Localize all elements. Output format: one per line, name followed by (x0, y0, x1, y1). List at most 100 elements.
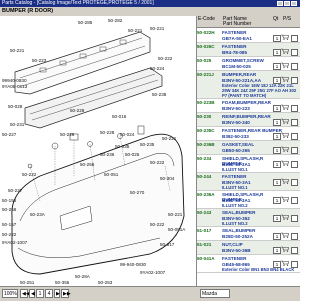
part-callout[interactable]: 50-256 (2, 207, 17, 212)
part-callout[interactable]: 50-221 (150, 26, 165, 31)
part-callout[interactable]: 50-051 (104, 172, 119, 177)
parts-row[interactable]: 50-022H FASTENER GB7A-50-EA1 1 (197, 29, 300, 43)
column-header-ecode[interactable]: E-Code (197, 16, 222, 28)
parts-row[interactable]: 50-244 FASTENER B3NV-50-3A1 1 ILLUST NO.1 (197, 173, 300, 191)
parts-row[interactable]: 50-223B FOAM,BUMPER,REAR B3NV-50-223 1 (197, 99, 300, 113)
cart-icon[interactable] (281, 104, 289, 110)
part-callout[interactable]: 50-222 (22, 172, 37, 177)
part-callout[interactable]: 50-222 (150, 222, 165, 227)
parts-row[interactable]: 50-235C FASTENER,REAR BUMPER B392-50-233 1 (197, 127, 300, 141)
next-page-button[interactable]: ▶ (54, 289, 60, 298)
part-callout[interactable]: 50-226 (60, 132, 75, 137)
part-callout[interactable]: 9YA02-1007 (2, 240, 28, 245)
parts-row[interactable]: 50-236B GASKET,SEAL GB50-50-265 1 (197, 141, 300, 155)
part-callout[interactable]: 9YA08-0813 (2, 84, 28, 89)
select-checkbox[interactable] (291, 119, 298, 126)
part-callout[interactable]: 50-224 (150, 66, 165, 71)
quantity-field[interactable]: 1 (273, 247, 281, 254)
part-callout[interactable]: 50-051A (168, 227, 186, 232)
column-header-qty[interactable]: Qt (272, 16, 282, 28)
cart-icon[interactable] (281, 246, 289, 252)
parts-row[interactable]: 50-026C FASTENER BR4-78-085 1 (197, 43, 300, 57)
part-callout[interactable]: 50-157 (2, 222, 17, 227)
part-callout[interactable]: 50-028 (8, 104, 23, 109)
part-callout[interactable]: 99-940-0830 (120, 262, 146, 267)
quantity-field[interactable]: 1 (273, 233, 281, 240)
part-callout[interactable]: 50-221 (10, 48, 25, 53)
part-callout[interactable]: 50-258 (80, 162, 95, 167)
part-callout[interactable]: 9YA02-1007 (140, 270, 166, 275)
column-header-ps[interactable]: P/S (282, 16, 300, 28)
cart-icon[interactable] (281, 260, 289, 266)
cart-icon[interactable] (281, 62, 289, 68)
select-checkbox[interactable] (291, 105, 298, 112)
quantity-field[interactable]: 1 (273, 133, 281, 140)
cart-icon[interactable] (281, 160, 289, 166)
part-callout[interactable]: 50-231 (10, 122, 25, 127)
cart-icon[interactable] (281, 178, 289, 184)
part-callout[interactable]: 50-304 (160, 176, 175, 181)
page-number[interactable]: 1 (36, 289, 44, 298)
part-callout[interactable]: 50-221 (128, 28, 143, 33)
cart-icon[interactable] (281, 48, 289, 54)
quantity-field[interactable]: 1 (273, 147, 281, 154)
parts-row[interactable]: 50-234 SHIELD,SPLASH,R BUMPER B25D-50-3A1 1… (197, 155, 300, 173)
first-page-button[interactable]: ◀◀ (20, 289, 30, 298)
part-callout[interactable]: 50-236 (100, 152, 115, 157)
part-callout[interactable]: 50-222 (158, 56, 173, 61)
cart-icon[interactable] (281, 146, 289, 152)
select-checkbox[interactable] (291, 63, 298, 70)
part-callout[interactable]: 50-025 (125, 152, 140, 157)
maximize-button[interactable] (284, 1, 290, 6)
part-callout[interactable]: 50-23A (30, 212, 46, 217)
part-callout[interactable]: 50-227 (8, 188, 23, 193)
select-checkbox[interactable] (291, 233, 298, 240)
part-callout[interactable]: 50-222 (2, 232, 17, 237)
cart-icon[interactable] (281, 214, 289, 220)
part-callout[interactable]: 50-28A (75, 274, 91, 279)
zoom-level[interactable]: 100% (2, 289, 18, 298)
part-callout[interactable]: 50-221 (168, 212, 183, 217)
part-callout[interactable]: 50-355 (55, 280, 70, 285)
prev-page-button[interactable]: ◀ (29, 289, 35, 298)
part-callout[interactable]: 50-221 (162, 136, 177, 141)
parts-row[interactable]: 50-230 REINF,BUMPER,REAR B3NV-50-340 1 (197, 113, 300, 127)
cart-icon[interactable] (281, 118, 289, 124)
parts-row[interactable]: 51-021 NUT,CLIP B3NV-50-36B 1 (197, 241, 300, 255)
select-checkbox[interactable] (291, 147, 298, 154)
cart-icon[interactable] (281, 34, 289, 40)
minimize-button[interactable] (277, 1, 283, 6)
parts-row[interactable]: 50-243 SEAL,BUMPER B3NV-50-352 1 ILLUST NO.2 (197, 209, 300, 227)
part-callout[interactable]: 50-235 (140, 142, 155, 147)
part-callout[interactable]: 50-156 (2, 198, 17, 203)
part-callout[interactable]: 50-223 (32, 58, 47, 63)
part-callout[interactable]: 50-228 (100, 130, 115, 135)
last-page-button[interactable]: ▶▶ (61, 289, 71, 298)
part-callout[interactable]: 50-035 (115, 144, 130, 149)
part-callout[interactable]: 50-222 (150, 160, 165, 165)
cart-icon[interactable] (281, 132, 289, 138)
parts-row[interactable]: 51-017 SEAL,BUMPER B25D-50-252A 1 (197, 227, 300, 241)
cart-icon[interactable] (281, 76, 289, 82)
quantity-field[interactable]: 1 (273, 105, 281, 112)
part-callout[interactable]: 50-253 (98, 280, 113, 285)
quantity-field[interactable]: 1 (273, 49, 281, 56)
parts-row[interactable]: 50-221J BUMPER,REAR B3NV-50-221A,AA 1 Exteri… (197, 71, 300, 99)
part-callout[interactable]: 50-285 (78, 20, 93, 25)
diagram-pane[interactable]: 50-285 50-282 50-221 50-221 50-221 50-223 9994… (0, 16, 197, 286)
parts-row[interactable]: 50-236A SHIELD,SPLASH,R BUMPER B25D-50-3A1… (197, 191, 300, 209)
part-callout[interactable]: 50-024 (120, 132, 135, 137)
column-header-part-name[interactable]: Part Name Part Number (222, 16, 272, 28)
part-callout[interactable]: 50-016 (112, 114, 127, 119)
quantity-field[interactable]: 1 (273, 35, 281, 42)
close-button[interactable] (291, 1, 297, 6)
part-callout[interactable]: 50-282 (108, 18, 123, 23)
part-callout[interactable]: 50-238 (152, 92, 167, 97)
quantity-field[interactable]: 1 (273, 119, 281, 126)
part-callout[interactable]: 99940-0830 (2, 78, 27, 83)
part-callout[interactable]: 50-228 (70, 108, 85, 113)
part-callout[interactable]: 50-251 (20, 280, 35, 285)
cart-icon[interactable] (281, 196, 289, 202)
select-checkbox[interactable] (291, 49, 298, 56)
part-callout[interactable]: 50-270 (130, 190, 145, 195)
